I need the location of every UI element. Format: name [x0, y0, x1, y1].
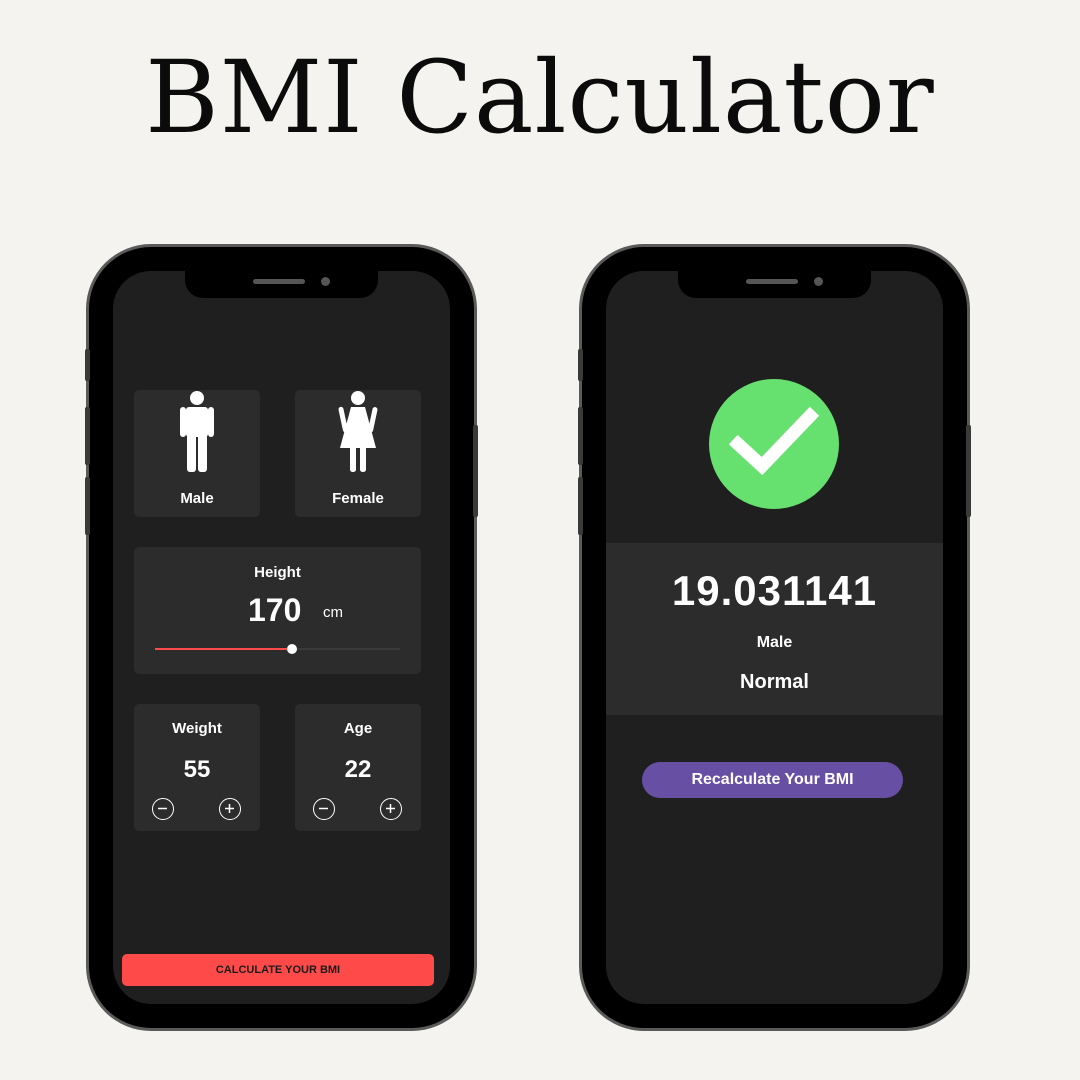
page-title: BMI Calculator — [145, 39, 935, 156]
recalculate-bmi-button[interactable]: Recalculate Your BMI — [642, 762, 903, 798]
phone-side-button — [85, 477, 90, 535]
check-circle-icon — [709, 379, 839, 509]
height-label: Height — [254, 564, 301, 581]
gender-label: Female — [332, 490, 384, 507]
speaker — [253, 279, 305, 284]
phone-side-button — [966, 425, 971, 517]
phone-side-button — [578, 349, 583, 381]
phone-notch — [185, 271, 378, 298]
phone-side-button — [578, 407, 583, 465]
weight-label: Weight — [172, 720, 222, 737]
age-value: 22 — [344, 756, 372, 783]
height-slider-fill — [155, 648, 293, 650]
weight-value: 55 — [183, 756, 211, 783]
phone-side-button — [473, 425, 478, 517]
age-card: Age 22 — [295, 704, 421, 831]
phone-result-screen: 19.031141 Male Normal Recalculate Your B… — [578, 247, 971, 1028]
male-icon — [180, 391, 214, 472]
calculate-bmi-button[interactable]: CALCULATE YOUR BMI — [122, 954, 434, 986]
height-slider[interactable] — [155, 644, 400, 654]
app-screen: Male Female Height 170 cm Weight 55 Age … — [113, 271, 450, 1004]
age-label: Age — [343, 720, 373, 737]
phone-side-button — [578, 477, 583, 535]
age-decrement-button[interactable] — [313, 798, 335, 820]
phone-side-button — [85, 407, 90, 465]
height-value: 170 — [248, 592, 302, 628]
bmi-value: 19.031141 — [671, 567, 878, 614]
weight-decrement-button[interactable] — [152, 798, 174, 820]
minus-icon — [319, 807, 328, 810]
gender-label: Male — [180, 490, 214, 507]
result-panel: 19.031141 Male Normal — [606, 543, 943, 715]
bmi-category: Normal — [740, 671, 809, 693]
speaker — [746, 279, 798, 284]
phone-input-screen: Male Female Height 170 cm Weight 55 Age … — [85, 247, 478, 1028]
result-gender: Male — [756, 634, 793, 651]
phone-side-button — [85, 349, 90, 381]
weight-card: Weight 55 — [134, 704, 260, 831]
camera — [814, 277, 823, 286]
age-increment-button[interactable] — [380, 798, 402, 820]
height-card: Height 170 cm — [134, 547, 421, 674]
app-screen: 19.031141 Male Normal Recalculate Your B… — [606, 271, 943, 1004]
female-icon — [338, 391, 378, 472]
camera — [321, 277, 330, 286]
plus-icon — [386, 804, 395, 813]
gender-card-female[interactable]: Female — [295, 390, 421, 517]
phone-notch — [678, 271, 871, 298]
height-slider-thumb[interactable] — [287, 644, 298, 654]
gender-card-male[interactable]: Male — [134, 390, 260, 517]
weight-increment-button[interactable] — [219, 798, 241, 820]
minus-icon — [158, 807, 167, 810]
plus-icon — [225, 804, 234, 813]
height-unit: cm — [323, 604, 343, 621]
